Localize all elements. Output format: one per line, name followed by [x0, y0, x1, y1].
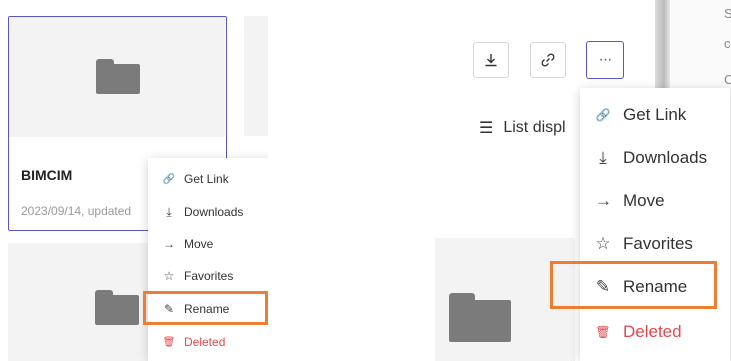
- menu-item-get-link[interactable]: 🔗 Get Link: [148, 168, 229, 190]
- list-display-toggle[interactable]: ☰ List displ: [479, 118, 566, 138]
- menu-item-label: Deleted: [184, 335, 226, 349]
- menu-item-favorites[interactable]: ☆ Favorites: [580, 231, 693, 257]
- menu-item-downloads[interactable]: ⤓ Downloads: [148, 201, 243, 223]
- rename-highlight-box: [550, 261, 717, 309]
- menu-item-label: Downloads: [184, 205, 244, 219]
- menu-item-deleted[interactable]: 🗑 Deleted: [580, 319, 682, 345]
- folder-date: 2023/09/14, updated: [21, 204, 132, 218]
- trash-icon: 🗑: [595, 325, 611, 339]
- arrow-right-icon: →: [163, 237, 175, 251]
- menu-item-get-link[interactable]: 🔗 Get Link: [580, 102, 687, 128]
- download-icon: [485, 54, 497, 67]
- download-icon: ⤓: [599, 148, 607, 167]
- side-text-1: S: [724, 6, 731, 21]
- link-icon: 🔗: [162, 173, 176, 185]
- menu-item-label: Favorites: [623, 234, 693, 253]
- list-icon: ☰: [479, 120, 494, 137]
- folder-icon: [96, 59, 140, 95]
- menu-item-label: Favorites: [184, 269, 234, 283]
- download-button[interactable]: [473, 42, 509, 78]
- right-panel: S c C ··· ☰ List displ 🔗 Get Link ⤓ Down…: [435, 0, 731, 361]
- arrow-right-icon: →: [595, 191, 612, 210]
- more-options-button[interactable]: ···: [586, 41, 624, 79]
- side-text-2: c: [724, 36, 731, 51]
- menu-item-label: Move: [184, 237, 214, 251]
- menu-item-label: Move: [623, 191, 665, 210]
- link-icon: [541, 53, 555, 67]
- menu-item-label: Get Link: [184, 172, 229, 186]
- menu-item-move[interactable]: → Move: [148, 233, 213, 255]
- menu-item-label: Downloads: [623, 148, 708, 167]
- link-icon: 🔗: [595, 108, 611, 122]
- folder-icon: [449, 293, 511, 343]
- download-icon: ⤓: [166, 204, 172, 219]
- menu-item-label: Deleted: [623, 322, 682, 341]
- menu-item-deleted[interactable]: 🗑 Deleted: [148, 331, 226, 353]
- context-menu: 🔗 Get Link ⤓ Downloads → Move ☆ Favorite…: [148, 158, 268, 361]
- menu-item-label: Get Link: [623, 105, 687, 124]
- rename-highlight-box: [143, 291, 268, 325]
- folder-icon: [95, 290, 139, 326]
- more-icon: ···: [598, 51, 613, 68]
- adjacent-card-thumbnail: [244, 16, 268, 136]
- star-icon: ☆: [163, 269, 175, 283]
- side-text-3: C: [724, 72, 731, 87]
- menu-item-downloads[interactable]: ⤓ Downloads: [580, 145, 707, 171]
- left-panel: BIMCIM 2023/09/14, updated 🔗 Get Link ⤓ …: [0, 0, 268, 361]
- star-icon: ☆: [595, 234, 611, 253]
- folder-thumbnail: [9, 17, 225, 137]
- folder-title: BIMCIM: [21, 167, 73, 183]
- copy-link-button[interactable]: [530, 42, 566, 78]
- context-menu: 🔗 Get Link ⤓ Downloads → Move ☆ Favorite…: [580, 88, 730, 361]
- menu-item-move[interactable]: → Move: [580, 188, 665, 214]
- trash-icon: 🗑: [162, 336, 176, 348]
- menu-item-favorites[interactable]: ☆ Favorites: [148, 265, 234, 287]
- list-display-label: List displ: [503, 119, 566, 136]
